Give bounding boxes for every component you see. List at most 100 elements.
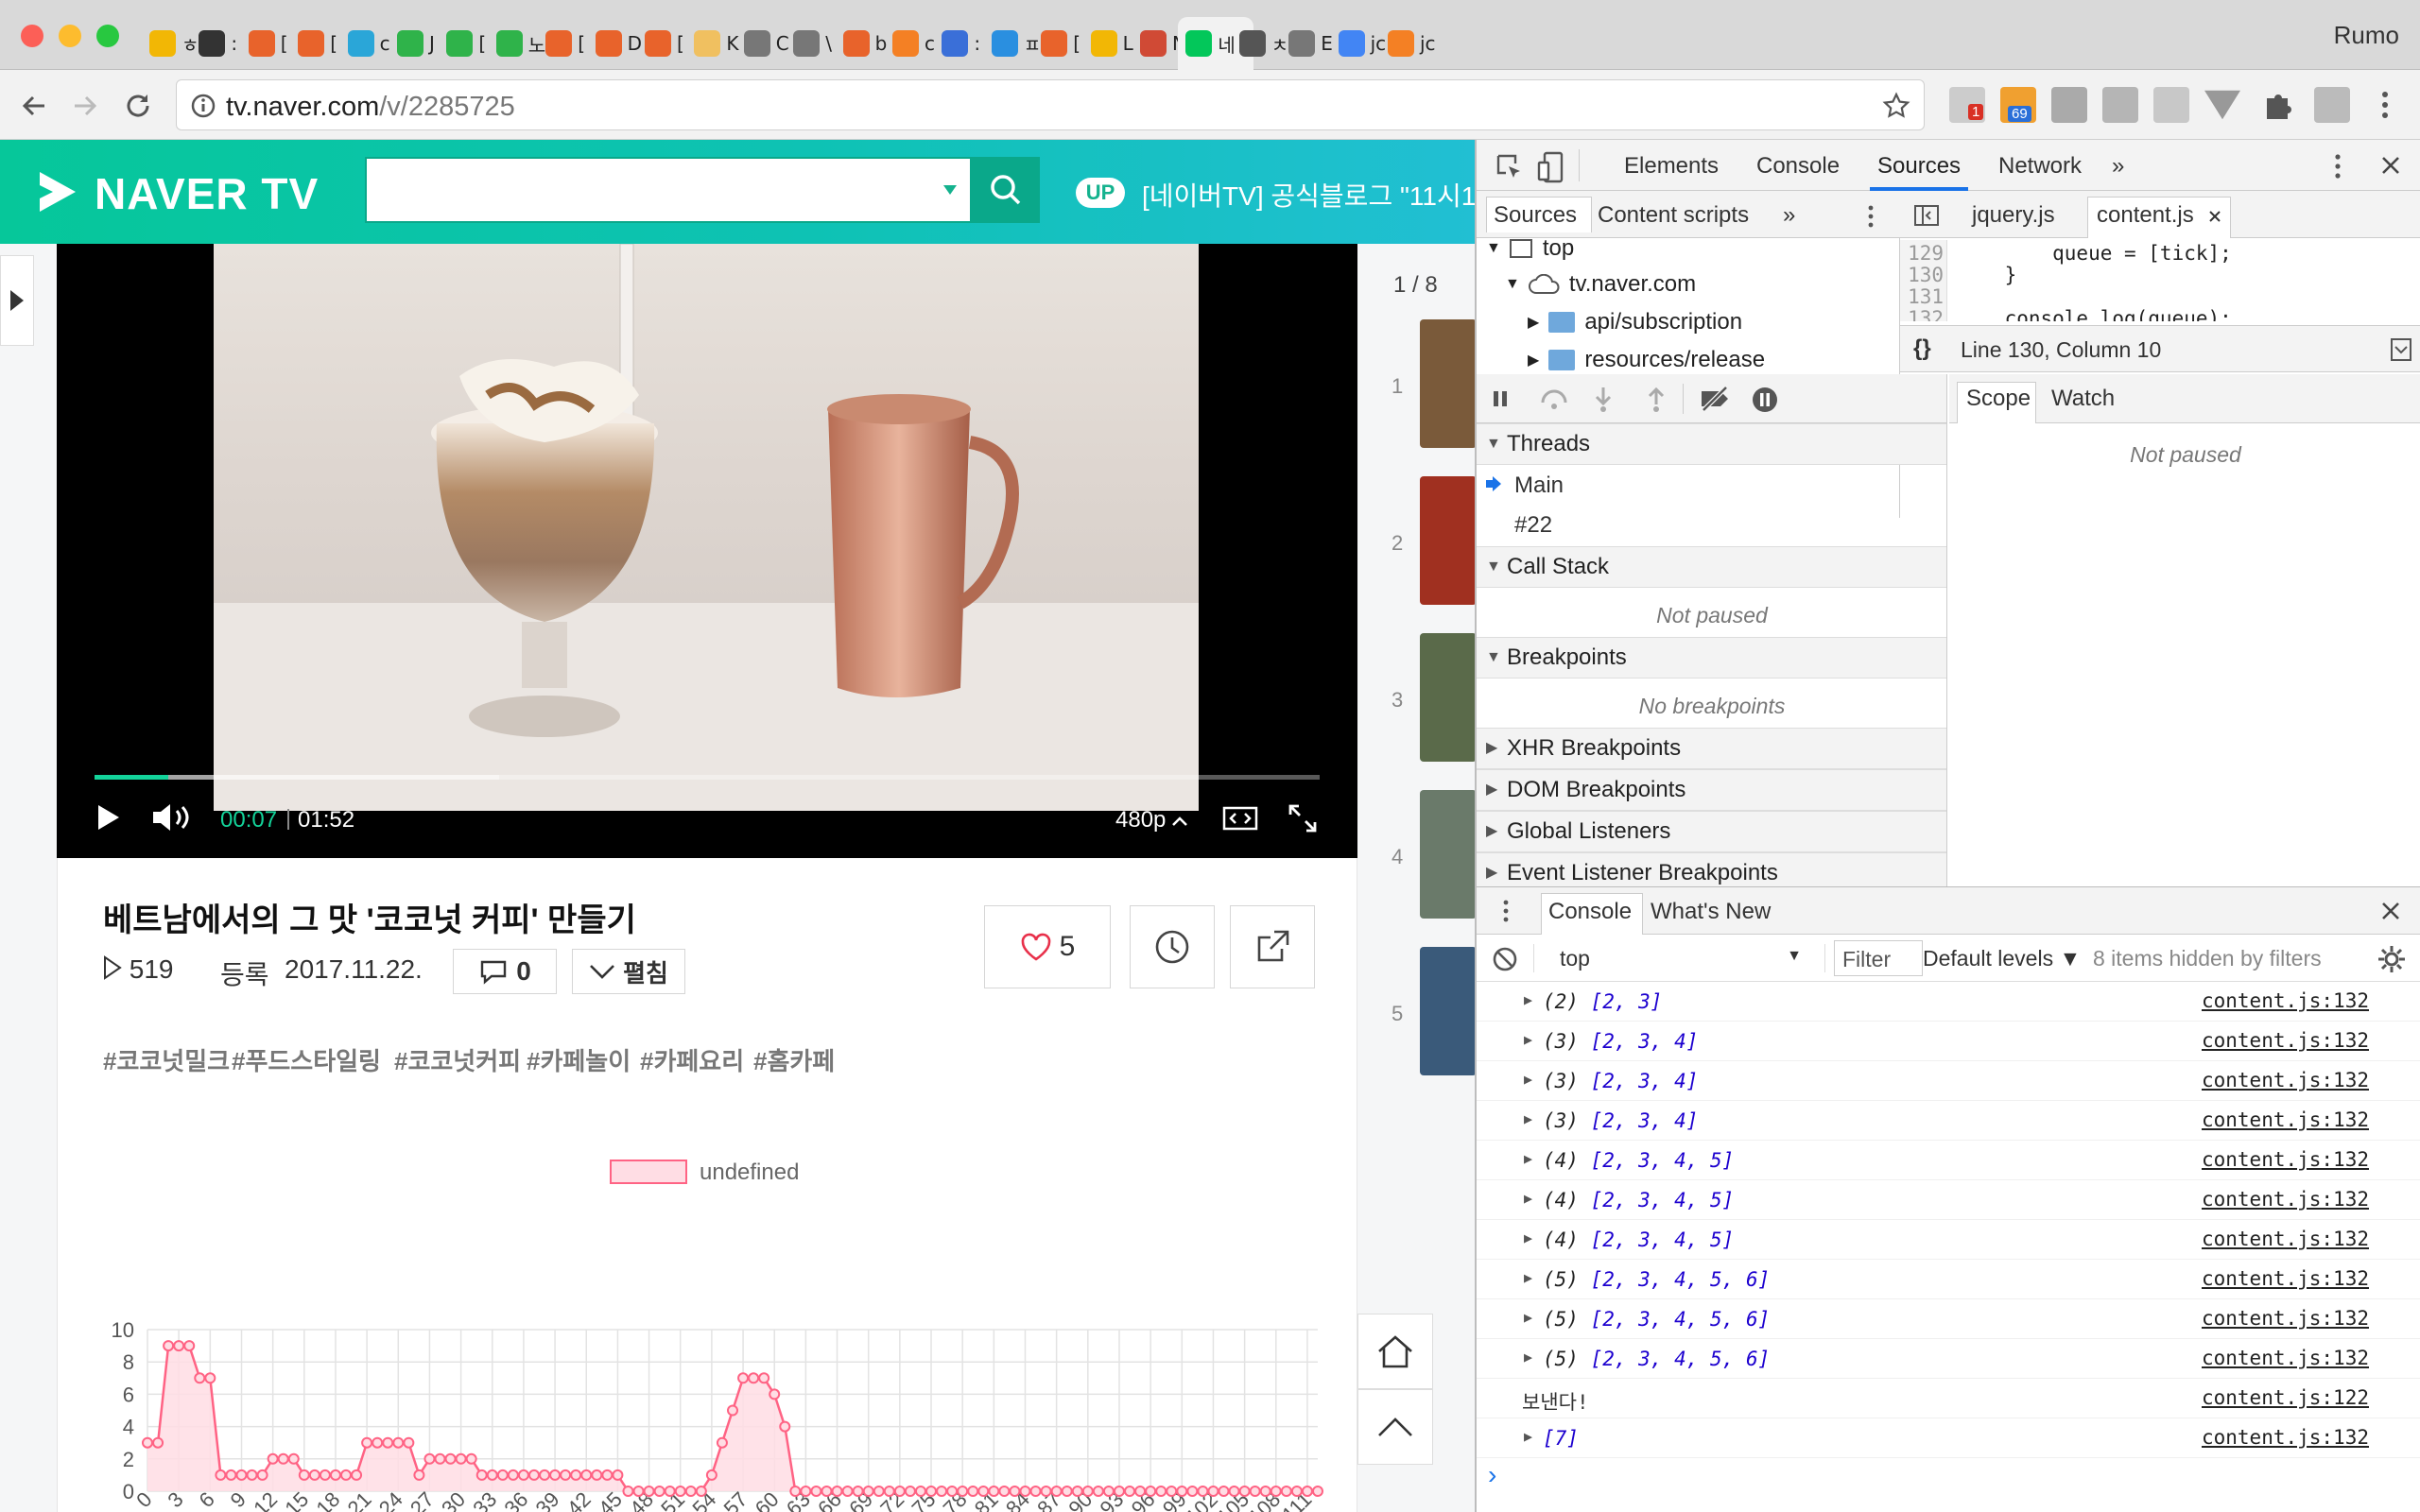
extension-pin-icon[interactable]	[2102, 87, 2138, 123]
browser-tab[interactable]: ㅎ	[142, 17, 199, 70]
console-message-row[interactable]: ▶ [7] content.js:132	[1477, 1418, 2420, 1458]
video-player[interactable]: 00:07 01:52 480p	[57, 244, 1357, 858]
browser-tab[interactable]: ㅍ	[984, 17, 1041, 70]
data-point[interactable]	[810, 1486, 822, 1497]
section-threads[interactable]: ▼ Threads	[1477, 423, 1946, 465]
data-point[interactable]	[612, 1469, 624, 1481]
drawer-tab-console[interactable]: Console	[1548, 899, 1632, 925]
data-point[interactable]	[1124, 1486, 1136, 1497]
navigator-more-button[interactable]: »	[1783, 202, 1795, 229]
kebab-menu-icon[interactable]	[1501, 899, 1511, 923]
browser-tab[interactable]: \	[786, 17, 833, 70]
data-point[interactable]	[372, 1436, 384, 1449]
expand-arrow-icon[interactable]: ▶	[1524, 1031, 1532, 1048]
extensions-puzzle-icon[interactable]	[2259, 87, 2295, 123]
device-toolbar-icon[interactable]	[1537, 151, 1565, 183]
data-point[interactable]	[821, 1486, 833, 1497]
tree-item-folder[interactable]: ▶ resources/release	[1528, 344, 1765, 376]
clear-console-icon[interactable]	[1492, 946, 1518, 972]
data-point[interactable]	[1207, 1486, 1219, 1497]
console-message-row[interactable]: ▶ (3) [2, 3, 4] content.js:132	[1477, 1101, 2420, 1141]
data-point[interactable]	[434, 1452, 446, 1465]
data-point[interactable]	[705, 1469, 717, 1481]
data-point[interactable]	[486, 1469, 498, 1481]
step-over-icon[interactable]	[1539, 386, 1569, 412]
browser-tab[interactable]: E	[1281, 17, 1333, 70]
data-point[interactable]	[1259, 1486, 1271, 1497]
step-into-icon[interactable]	[1592, 386, 1615, 414]
browser-tab[interactable]: D	[588, 17, 642, 70]
data-point[interactable]	[142, 1436, 153, 1449]
step-out-icon[interactable]	[1645, 386, 1668, 414]
expand-arrow-icon[interactable]: ▶	[1524, 1071, 1532, 1088]
expand-button[interactable]: 펼침	[572, 949, 685, 994]
source-link[interactable]: content.js:132	[2202, 1307, 2369, 1330]
source-link[interactable]: content.js:132	[2202, 1029, 2369, 1052]
pause-icon[interactable]	[1490, 387, 1511, 410]
source-link[interactable]: content.js:132	[2202, 1228, 2369, 1250]
back-button[interactable]	[15, 87, 53, 125]
data-point[interactable]	[1301, 1486, 1313, 1497]
data-point[interactable]	[622, 1486, 634, 1497]
data-point[interactable]	[1145, 1486, 1157, 1497]
browser-tab[interactable]: jc	[1331, 17, 1386, 70]
comment-button[interactable]: 0	[453, 949, 557, 994]
data-point[interactable]	[716, 1436, 728, 1449]
expand-arrow-icon[interactable]: ▶	[1524, 1150, 1532, 1167]
source-link[interactable]: content.js:132	[2202, 1069, 2369, 1091]
tab-console[interactable]: Console	[1756, 153, 1840, 180]
playlist-thumbnail[interactable]	[1420, 633, 1475, 762]
scroll-top-button[interactable]	[1357, 1389, 1433, 1465]
console-message-row[interactable]: ▶ (4) [2, 3, 4, 5] content.js:132	[1477, 1141, 2420, 1180]
expand-arrow-icon[interactable]: ▶	[1524, 1349, 1532, 1366]
data-point[interactable]	[539, 1469, 551, 1481]
data-point[interactable]	[988, 1486, 1000, 1497]
data-point[interactable]	[319, 1469, 331, 1481]
data-point[interactable]	[1176, 1486, 1188, 1497]
expand-arrow-icon[interactable]: ▶	[1524, 1110, 1532, 1127]
data-point[interactable]	[152, 1436, 164, 1449]
kebab-menu-icon[interactable]	[2333, 153, 2342, 180]
browser-tab[interactable]: K	[686, 17, 739, 70]
source-link[interactable]: content.js:132	[2202, 1148, 2369, 1171]
browser-tab[interactable]: :	[934, 17, 981, 70]
extension-shield-icon[interactable]: 1	[1949, 87, 1985, 123]
data-point[interactable]	[643, 1486, 655, 1497]
data-point[interactable]	[308, 1469, 320, 1481]
console-message-row[interactable]: ▶ (5) [2, 3, 4, 5, 6] content.js:132	[1477, 1339, 2420, 1379]
source-link[interactable]: content.js:132	[2202, 1108, 2369, 1131]
data-point[interactable]	[163, 1340, 175, 1352]
data-point[interactable]	[225, 1469, 237, 1481]
data-point[interactable]	[1029, 1486, 1042, 1497]
extension-f-icon[interactable]	[2314, 87, 2350, 123]
hashtag-link[interactable]: #푸드스타일링	[232, 1042, 381, 1077]
tree-item-top[interactable]: ▼ top	[1486, 234, 1574, 263]
data-point[interactable]	[1166, 1486, 1178, 1497]
data-point[interactable]	[737, 1372, 750, 1384]
data-point[interactable]	[424, 1452, 436, 1465]
watch-later-button[interactable]	[1130, 905, 1215, 988]
close-icon[interactable]	[2380, 155, 2401, 176]
expand-arrow-icon[interactable]: ▶	[1524, 1229, 1532, 1246]
data-point[interactable]	[173, 1340, 185, 1352]
thread-item-main[interactable]: Main	[1477, 465, 1946, 505]
section-xhr-breakpoints[interactable]: ▶ XHR Breakpoints	[1477, 728, 1946, 769]
data-point[interactable]	[246, 1469, 258, 1481]
data-point[interactable]	[340, 1469, 353, 1481]
browser-tab[interactable]: [	[637, 17, 684, 70]
data-point[interactable]	[925, 1486, 938, 1497]
console-message-row[interactable]: 보낸다! content.js:122	[1477, 1379, 2420, 1418]
data-point[interactable]	[1102, 1486, 1115, 1497]
tab-scope[interactable]: Scope	[1966, 386, 2031, 412]
browser-tab[interactable]: c	[340, 17, 390, 70]
extension-grey-icon[interactable]	[2051, 87, 2087, 123]
data-point[interactable]	[267, 1452, 279, 1465]
data-point[interactable]	[831, 1486, 843, 1497]
console-message-row[interactable]: ▶ (3) [2, 3, 4] content.js:132	[1477, 1022, 2420, 1061]
data-point[interactable]	[527, 1469, 540, 1481]
data-point[interactable]	[852, 1486, 864, 1497]
data-point[interactable]	[465, 1452, 477, 1465]
navigator-tab-sources[interactable]: Sources	[1494, 202, 1577, 229]
data-point[interactable]	[904, 1486, 916, 1497]
browser-tab[interactable]: [	[241, 17, 288, 70]
